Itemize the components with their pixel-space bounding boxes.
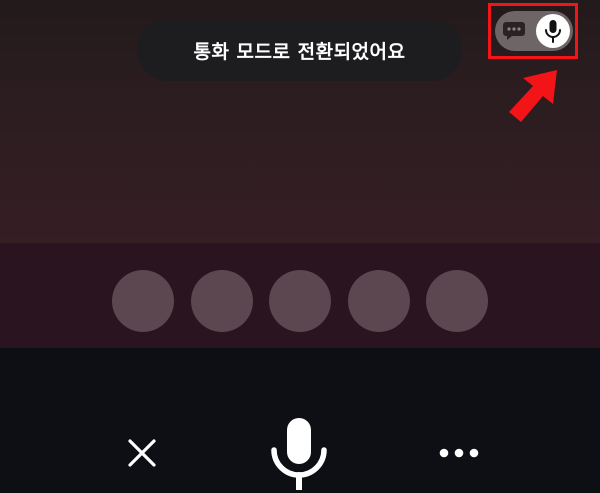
annotation-arrow-icon bbox=[509, 70, 557, 122]
level-dot bbox=[348, 270, 410, 332]
voice-level-indicator bbox=[112, 270, 492, 332]
annotation-highlight-box bbox=[488, 3, 578, 59]
level-dot bbox=[426, 270, 488, 332]
level-dot bbox=[112, 270, 174, 332]
mode-switch-toast: 통화 모드로 전환되었어요 bbox=[137, 19, 462, 81]
microphone-button[interactable] bbox=[268, 412, 330, 490]
level-dot bbox=[269, 270, 331, 332]
more-horizontal-icon[interactable] bbox=[436, 440, 482, 466]
close-icon[interactable] bbox=[124, 435, 160, 471]
level-dot bbox=[191, 270, 253, 332]
toast-message: 통화 모드로 전환되었어요 bbox=[193, 40, 406, 63]
